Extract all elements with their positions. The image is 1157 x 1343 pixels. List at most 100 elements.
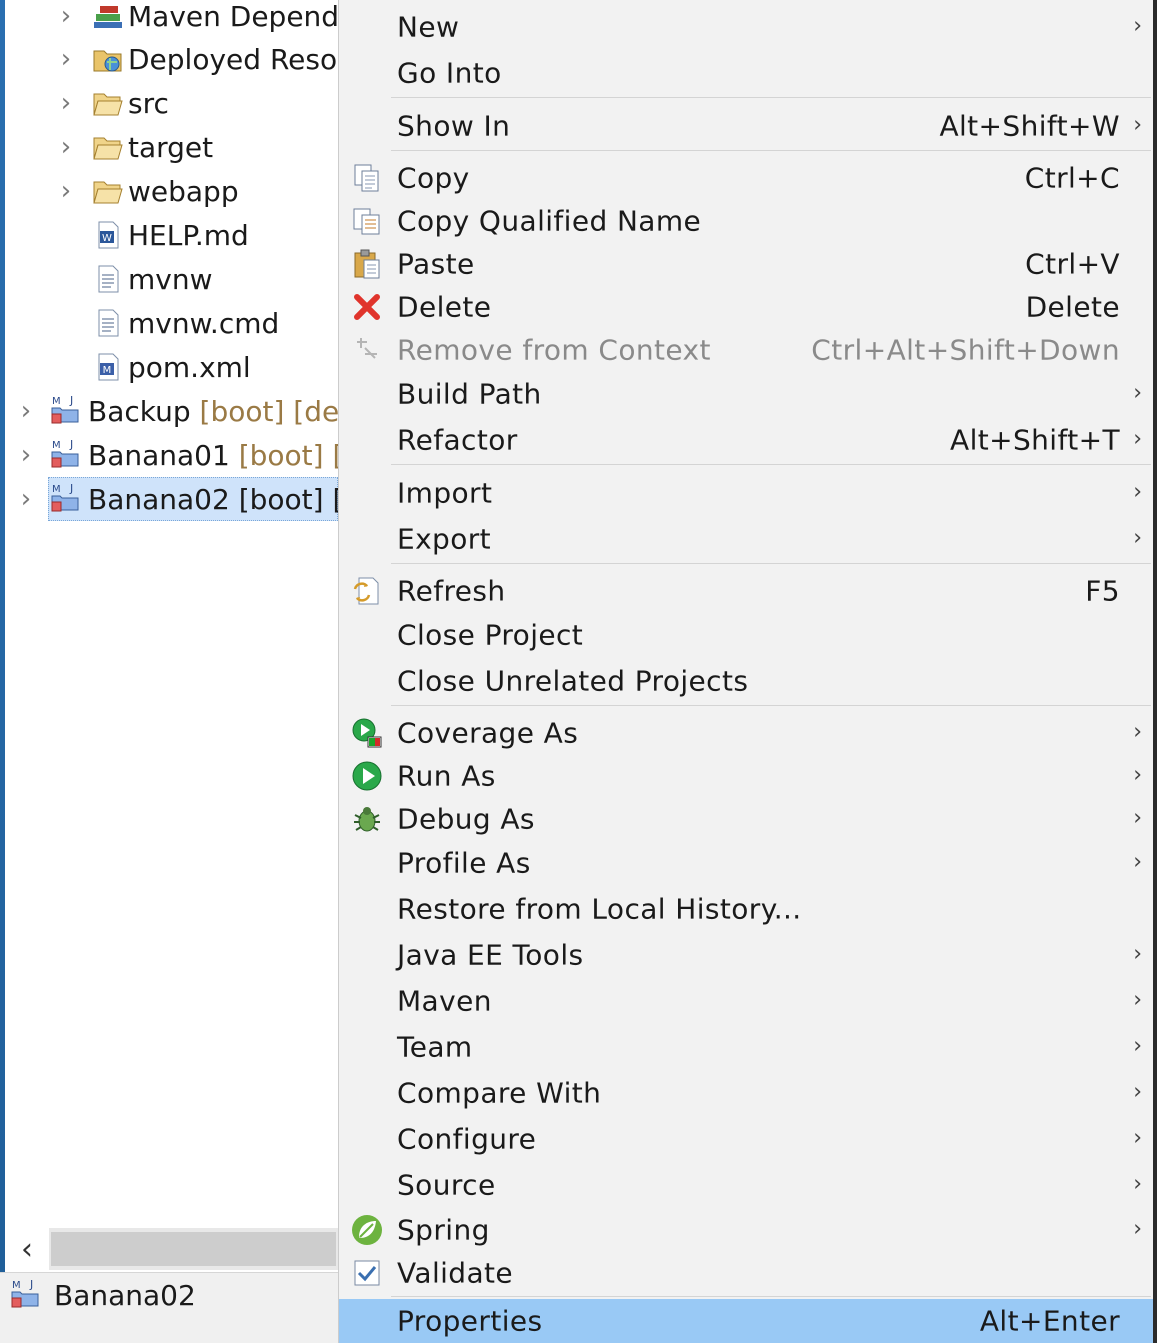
chevron-right-icon[interactable]: › (14, 389, 38, 433)
menu-item-java-ee-tools[interactable]: Java EE Tools › (339, 933, 1154, 977)
menu-item-spring[interactable]: Spring › (339, 1208, 1154, 1252)
submenu-arrow-icon: › (1133, 479, 1142, 505)
tree-item-help-md[interactable]: W HELP.md (0, 213, 338, 257)
markdown-file-icon: W (98, 221, 119, 249)
tree-item-target[interactable]: › target (0, 125, 338, 169)
scroll-left-button[interactable]: ‹ (5, 1228, 49, 1270)
text-file-icon (98, 309, 119, 337)
menu-item-label: Team (397, 1030, 473, 1064)
menu-item-label: Delete (397, 290, 492, 324)
project-decoration: [boot] [ (238, 482, 338, 516)
paste-icon (354, 249, 380, 279)
chevron-right-icon[interactable]: › (54, 81, 78, 125)
svg-text:M: M (52, 440, 61, 451)
menu-item-restore-from-local-history[interactable]: Restore from Local History... (339, 887, 1154, 931)
coverage-icon (352, 718, 382, 748)
svg-text:M: M (52, 396, 61, 407)
chevron-right-icon[interactable]: › (14, 477, 38, 521)
chevron-right-icon[interactable]: › (54, 169, 78, 213)
menu-item-refactor[interactable]: Refactor Alt+Shift+T › (339, 418, 1154, 462)
delete-icon (354, 294, 380, 320)
menu-item-team[interactable]: Team › (339, 1025, 1154, 1069)
submenu-arrow-icon: › (1133, 941, 1142, 967)
submenu-arrow-icon: › (1133, 719, 1142, 745)
copy-qualified-name-icon (353, 208, 380, 235)
menu-item-debug-as[interactable]: Debug As › (339, 797, 1154, 841)
menu-item-source[interactable]: Source › (339, 1163, 1154, 1207)
menu-item-validate[interactable]: Validate (339, 1251, 1154, 1295)
menu-item-label: Paste (397, 247, 475, 281)
tree-item-label: Backup [boot] [dev (88, 395, 338, 428)
menu-item-shortcut: F5 (1085, 574, 1120, 608)
chevron-right-icon[interactable]: › (54, 125, 78, 169)
menu-item-shortcut: Ctrl+V (1025, 247, 1120, 281)
menu-item-maven[interactable]: Maven › (339, 979, 1154, 1023)
menu-item-shortcut: Alt+Shift+T (950, 423, 1120, 457)
horizontal-scrollbar[interactable]: ‹ (5, 1228, 338, 1270)
menu-item-label: Remove from Context (397, 333, 711, 367)
menu-item-compare-with[interactable]: Compare With › (339, 1071, 1154, 1115)
menu-item-label: Restore from Local History... (397, 892, 802, 926)
tree-item-project-backup[interactable]: › M J Backup [boot] [dev (0, 389, 338, 433)
menu-item-run-as[interactable]: Run As › (339, 754, 1154, 798)
menu-item-refresh[interactable]: Refresh F5 (339, 569, 1154, 613)
menu-item-label: Configure (397, 1122, 537, 1156)
menu-item-new[interactable]: New › (339, 5, 1154, 49)
menu-item-import[interactable]: Import › (339, 471, 1154, 515)
maven-project-icon: M J (51, 438, 79, 468)
menu-item-label: Close Unrelated Projects (397, 664, 749, 698)
menu-item-label: Compare With (397, 1076, 602, 1110)
svg-text:J: J (29, 1278, 33, 1291)
maven-pom-icon: M (98, 353, 119, 381)
chevron-right-icon[interactable]: › (54, 0, 78, 38)
tree-item-pom-xml[interactable]: M pom.xml (0, 345, 338, 389)
chevron-right-icon[interactable]: › (54, 37, 78, 81)
menu-item-label: Show In (397, 109, 511, 143)
tree-item-deployed-resources[interactable]: › Deployed Reso (0, 37, 338, 81)
menu-item-export[interactable]: Export › (339, 517, 1154, 561)
menu-item-copy[interactable]: Copy Ctrl+C (339, 156, 1154, 200)
menu-item-close-unrelated-projects[interactable]: Close Unrelated Projects (339, 659, 1154, 703)
tree-item-mvnw[interactable]: mvnw (0, 257, 338, 301)
tree-item-mvnw-cmd[interactable]: mvnw.cmd (0, 301, 338, 345)
status-selection-label: Banana02 (54, 1279, 196, 1312)
tree-item-label: mvnw (128, 262, 213, 296)
menu-item-go-into[interactable]: Go Into (339, 51, 1154, 95)
project-name: Backup (88, 394, 191, 428)
menu-separator (391, 464, 1151, 465)
maven-project-icon: M J (51, 394, 79, 424)
chevron-right-icon[interactable]: › (14, 433, 38, 477)
tree-item-webapp[interactable]: › webapp (0, 169, 338, 213)
menu-item-properties[interactable]: Properties Alt+Enter (339, 1299, 1154, 1343)
tree-item-project-banana02[interactable]: › M J Banana02 [boot] [ (0, 477, 338, 521)
menu-item-copy-qualified-name[interactable]: Copy Qualified Name (339, 199, 1154, 243)
project-name: Banana02 (88, 482, 230, 516)
menu-separator (391, 97, 1151, 98)
menu-item-profile-as[interactable]: Profile As › (339, 841, 1154, 885)
tree-item-label: Banana01 [boot] [ (88, 439, 338, 472)
menu-item-paste[interactable]: Paste Ctrl+V (339, 242, 1154, 286)
text-file-icon (98, 265, 119, 293)
menu-item-label: Build Path (397, 377, 542, 411)
tree-item-maven-dependencies[interactable]: › Maven Depend (0, 0, 338, 38)
scrollbar-thumb[interactable] (51, 1232, 336, 1266)
menu-item-delete[interactable]: Delete Delete (339, 285, 1154, 329)
tree-item-src[interactable]: › src (0, 81, 338, 125)
menu-separator (391, 563, 1151, 564)
menu-item-shortcut: Alt+Shift+W (939, 109, 1120, 143)
tree-item-label: src (128, 86, 169, 120)
submenu-arrow-icon: › (1133, 805, 1142, 831)
menu-item-configure[interactable]: Configure › (339, 1117, 1154, 1161)
tree-item-label: target (128, 130, 214, 164)
tree-item-project-banana01[interactable]: › M J Banana01 [boot] [ (0, 433, 338, 477)
run-icon (352, 761, 382, 791)
spring-leaf-icon (352, 1215, 382, 1245)
menu-item-build-path[interactable]: Build Path › (339, 372, 1154, 416)
menu-item-label: Copy (397, 161, 470, 195)
menu-item-close-project[interactable]: Close Project (339, 613, 1154, 657)
menu-item-coverage-as[interactable]: Coverage As › (339, 711, 1154, 755)
status-bar: M J Banana02 (0, 1272, 338, 1343)
remove-context-icon (357, 338, 377, 359)
menu-item-show-in[interactable]: Show In Alt+Shift+W › (339, 104, 1154, 148)
submenu-arrow-icon: › (1133, 380, 1142, 406)
